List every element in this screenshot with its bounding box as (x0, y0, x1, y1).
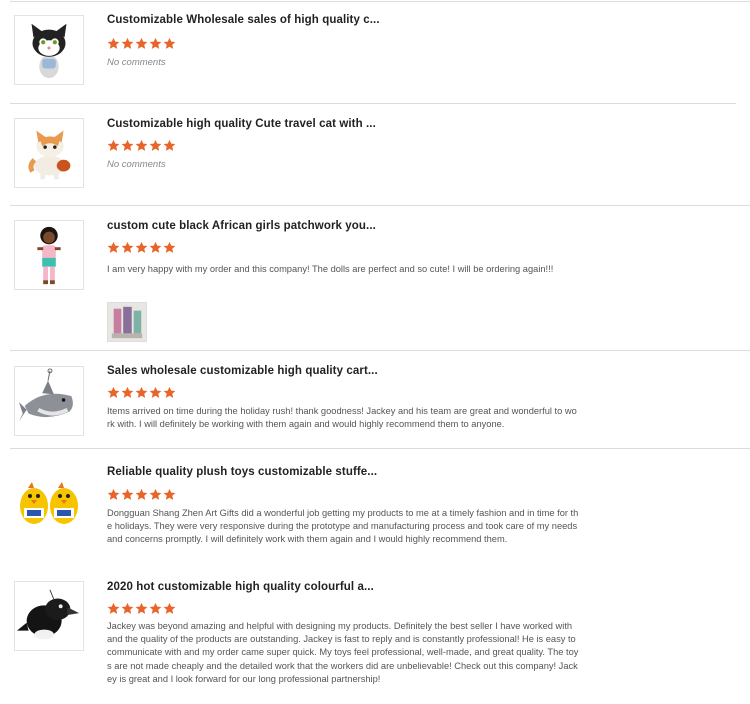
review-comment: No comments (107, 159, 166, 170)
product-thumbnail[interactable] (14, 15, 84, 85)
product-thumbnail[interactable] (14, 466, 84, 536)
rating-stars (107, 488, 176, 502)
grey-shark-plush-icon (18, 368, 73, 422)
star-icon (135, 241, 148, 253)
star-icon (121, 488, 134, 500)
rating-stars (107, 602, 176, 616)
review-comment: No comments (107, 57, 166, 68)
star-icon (107, 488, 120, 500)
review-comment: I am very happy with my order and this c… (107, 264, 554, 274)
star-icon (163, 488, 176, 500)
review-photo-thumbnail[interactable] (107, 302, 147, 342)
rating-stars (107, 37, 176, 51)
star-icon (107, 386, 120, 398)
star-icon (149, 602, 162, 614)
star-icon (149, 37, 162, 49)
star-icon (163, 139, 176, 151)
product-thumbnail[interactable] (14, 220, 84, 290)
star-icon (149, 241, 162, 253)
star-icon (107, 241, 120, 253)
star-icon (107, 139, 120, 151)
product-title[interactable]: Customizable Wholesale sales of high qua… (107, 14, 380, 26)
star-icon (149, 488, 162, 500)
star-icon (163, 37, 176, 49)
yellow-chick-plush-pair-icon (20, 482, 78, 524)
review-item: Sales wholesale customizable high qualit… (0, 351, 750, 447)
rating-stars (107, 139, 176, 153)
product-thumbnail[interactable] (14, 118, 84, 188)
star-icon (149, 386, 162, 398)
product-title[interactable]: 2020 hot customizable high quality colou… (107, 581, 374, 593)
star-icon (121, 37, 134, 49)
star-icon (121, 241, 134, 253)
star-icon (107, 602, 120, 614)
review-item: custom cute black African girls patchwor… (0, 206, 750, 349)
african-girl-doll-icon (37, 226, 61, 285)
star-icon (163, 241, 176, 253)
star-icon (135, 37, 148, 49)
star-icon (163, 602, 176, 614)
star-icon (135, 139, 148, 151)
product-title[interactable]: Customizable high quality Cute travel ca… (107, 118, 376, 130)
product-title[interactable]: custom cute black African girls patchwor… (107, 220, 376, 232)
star-icon (135, 488, 148, 500)
review-item: Customizable high quality Cute travel ca… (0, 104, 750, 204)
star-icon (107, 37, 120, 49)
review-photo-icon (108, 303, 146, 341)
black-bird-plush-icon (16, 589, 80, 640)
review-comment: Dongguan Shang Zhen Art Gifts did a wond… (107, 508, 579, 545)
star-icon (121, 602, 134, 614)
star-icon (121, 139, 134, 151)
product-title[interactable]: Sales wholesale customizable high qualit… (107, 365, 378, 377)
star-icon (135, 602, 148, 614)
star-icon (163, 386, 176, 398)
review-comment: Jackey was beyond amazing and helpful wi… (107, 621, 579, 684)
product-thumbnail[interactable] (14, 366, 84, 436)
review-comment: Items arrived on time during the holiday… (107, 406, 577, 430)
product-thumbnail[interactable] (14, 581, 84, 651)
black-white-cat-plush-icon (31, 23, 67, 79)
rating-stars (107, 386, 176, 400)
star-icon (149, 139, 162, 151)
star-icon (135, 386, 148, 398)
orange-travel-cat-plush-icon (28, 130, 71, 180)
product-title[interactable]: Reliable quality plush toys customizable… (107, 466, 377, 478)
rating-stars (107, 241, 176, 255)
review-item: 2020 hot customizable high quality colou… (0, 573, 750, 704)
review-item: Customizable Wholesale sales of high qua… (0, 0, 750, 102)
review-item: Reliable quality plush toys customizable… (0, 449, 750, 573)
star-icon (121, 386, 134, 398)
